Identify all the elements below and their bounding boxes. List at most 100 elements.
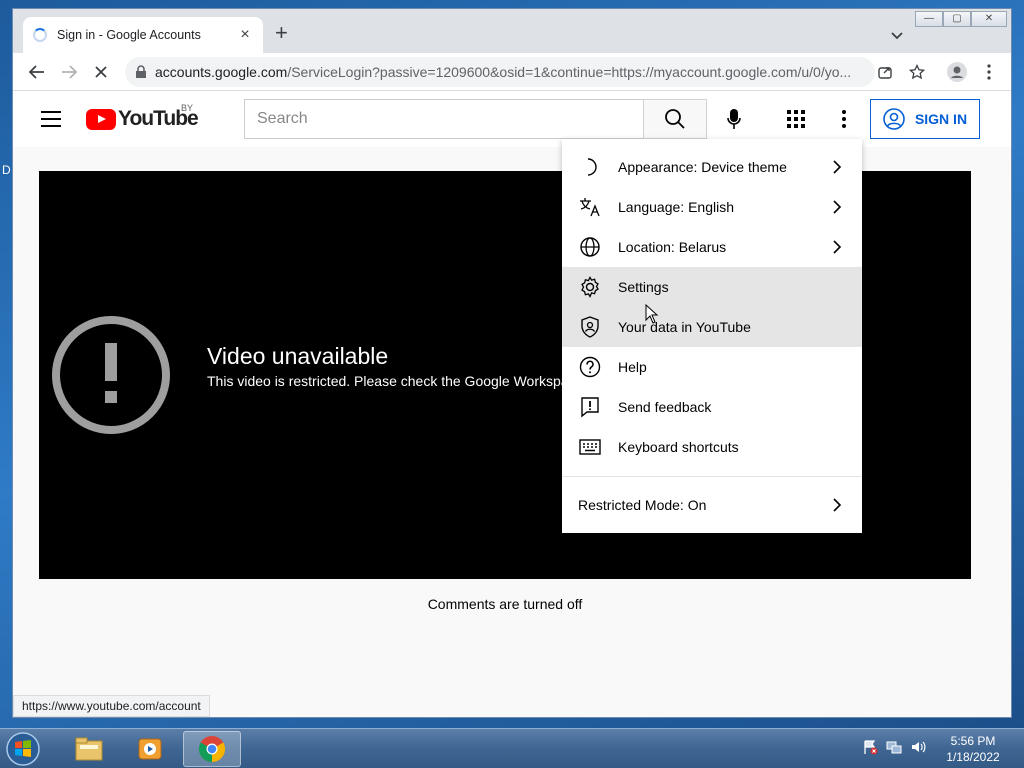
status-bar-url: https://www.youtube.com/account	[13, 695, 210, 717]
menu-item-label: Language: English	[618, 199, 734, 215]
mouse-cursor-icon	[645, 304, 659, 324]
chevron-right-icon	[832, 159, 842, 180]
chevron-right-icon	[832, 497, 842, 518]
forward-arrow-icon	[62, 64, 77, 79]
menu-item-restricted-mode[interactable]: Restricted Mode: On	[562, 485, 862, 525]
exclamation-icon	[52, 316, 170, 434]
new-tab-button[interactable]: +	[275, 22, 288, 44]
windows-orb-icon	[6, 732, 40, 766]
page-viewport: YouTube BY Search SIGN IN Video unavaila…	[13, 91, 1011, 717]
search-icon	[665, 109, 685, 129]
settings-dropdown: Appearance: Device theme Language: Engli…	[562, 139, 862, 533]
globe-icon	[578, 235, 602, 259]
back-arrow-icon	[29, 64, 44, 79]
search-placeholder: Search	[257, 110, 308, 127]
menu-item-label: Help	[618, 359, 647, 375]
youtube-logo[interactable]: YouTube BY	[86, 103, 199, 131]
microphone-icon	[727, 109, 741, 129]
address-bar[interactable]: accounts.google.com/ServiceLogin?passive…	[125, 57, 875, 87]
taskbar: 5:56 PM 1/18/2022	[0, 728, 1024, 768]
back-button[interactable]	[21, 56, 53, 88]
browser-window: Sign in - Google Accounts × + — ▢ ✕ acco…	[12, 8, 1012, 718]
menu-item-location[interactable]: Location: Belarus	[562, 227, 862, 267]
tab-search-chevron-icon[interactable]	[891, 27, 903, 45]
chevron-right-icon	[832, 239, 842, 260]
keyboard-icon	[578, 435, 602, 459]
settings-menu-icon[interactable]	[828, 103, 860, 135]
menu-item-keyboard-shortcuts[interactable]: Keyboard shortcuts	[562, 427, 862, 467]
guide-menu-icon[interactable]	[41, 111, 61, 127]
bookmark-button[interactable]	[901, 56, 933, 88]
restricted-mode-label: Restricted Mode: On	[578, 497, 707, 513]
clock-date: 1/18/2022	[946, 750, 1000, 764]
loading-spinner-icon	[33, 28, 47, 42]
media-player-icon	[138, 738, 162, 760]
tab-strip: Sign in - Google Accounts × + — ▢ ✕	[13, 9, 1011, 53]
comments-status: Comments are turned off	[427, 596, 583, 612]
stop-loading-button[interactable]	[85, 56, 117, 88]
minimize-button[interactable]: —	[915, 11, 943, 27]
sign-in-label: SIGN IN	[914, 111, 968, 127]
menu-item-label: Appearance: Device theme	[618, 159, 787, 175]
browser-tab[interactable]: Sign in - Google Accounts ×	[23, 17, 263, 53]
profile-button[interactable]	[941, 56, 973, 88]
start-button[interactable]	[4, 730, 44, 768]
search-button[interactable]	[643, 99, 707, 139]
menu-item-label: Settings	[618, 279, 669, 295]
menu-item-help[interactable]: Help	[562, 347, 862, 387]
taskbar-explorer[interactable]	[60, 731, 118, 767]
country-code: BY	[181, 103, 194, 113]
share-button[interactable]	[869, 56, 901, 88]
lock-icon	[136, 65, 146, 78]
forward-button[interactable]	[53, 56, 85, 88]
menu-item-feedback[interactable]: Send feedback	[562, 387, 862, 427]
voice-search-button[interactable]	[718, 103, 750, 135]
profile-avatar-icon	[947, 62, 967, 82]
user-circle-icon	[883, 108, 905, 130]
moon-icon	[578, 155, 602, 179]
taskbar-media-player[interactable]	[121, 731, 179, 767]
youtube-header: YouTube BY Search SIGN IN	[13, 91, 1011, 147]
search-input[interactable]: Search	[244, 99, 644, 139]
menu-divider	[562, 476, 862, 477]
menu-item-your-data[interactable]: Your data in YouTube	[562, 307, 862, 347]
clock-time: 5:56 PM	[950, 734, 996, 748]
volume-icon[interactable]	[910, 739, 926, 755]
menu-item-language[interactable]: Language: English	[562, 187, 862, 227]
maximize-button[interactable]: ▢	[943, 11, 971, 27]
menu-item-label: Location: Belarus	[618, 239, 727, 255]
browser-menu-button[interactable]	[973, 56, 1005, 88]
youtube-play-icon	[86, 108, 116, 130]
chevron-right-icon	[832, 199, 842, 220]
menu-item-label: Your data in YouTube	[618, 319, 751, 335]
chrome-icon	[198, 736, 226, 763]
vertical-dots-icon	[987, 64, 991, 80]
system-clock[interactable]: 5:56 PM 1/18/2022	[938, 733, 1008, 765]
browser-toolbar: accounts.google.com/ServiceLogin?passive…	[13, 53, 1011, 91]
tab-title: Sign in - Google Accounts	[57, 28, 201, 42]
help-icon	[578, 355, 602, 379]
action-center-flag-icon[interactable]	[862, 739, 878, 755]
menu-item-label: Send feedback	[618, 399, 712, 415]
menu-item-appearance[interactable]: Appearance: Device theme	[562, 147, 862, 187]
network-icon[interactable]	[886, 739, 902, 755]
explorer-icon	[75, 737, 103, 761]
apps-grid-icon[interactable]	[780, 103, 812, 135]
url-text: accounts.google.com/ServiceLogin?passive…	[155, 64, 852, 80]
translate-icon	[578, 195, 602, 219]
share-icon	[878, 67, 892, 79]
shield-user-icon	[578, 315, 602, 339]
gear-icon	[578, 275, 602, 299]
stop-icon	[95, 65, 107, 78]
star-icon	[909, 64, 925, 80]
desktop-edge-text: D	[2, 163, 11, 177]
sign-in-button[interactable]: SIGN IN	[870, 99, 980, 139]
tab-close-icon[interactable]: ×	[237, 26, 253, 44]
feedback-icon	[578, 395, 602, 419]
close-window-button[interactable]: ✕	[971, 11, 1007, 27]
error-title: Video unavailable	[207, 343, 389, 369]
taskbar-chrome[interactable]	[183, 731, 241, 767]
menu-item-label: Keyboard shortcuts	[618, 439, 739, 455]
system-tray	[862, 739, 926, 755]
menu-item-settings[interactable]: Settings	[562, 267, 862, 307]
